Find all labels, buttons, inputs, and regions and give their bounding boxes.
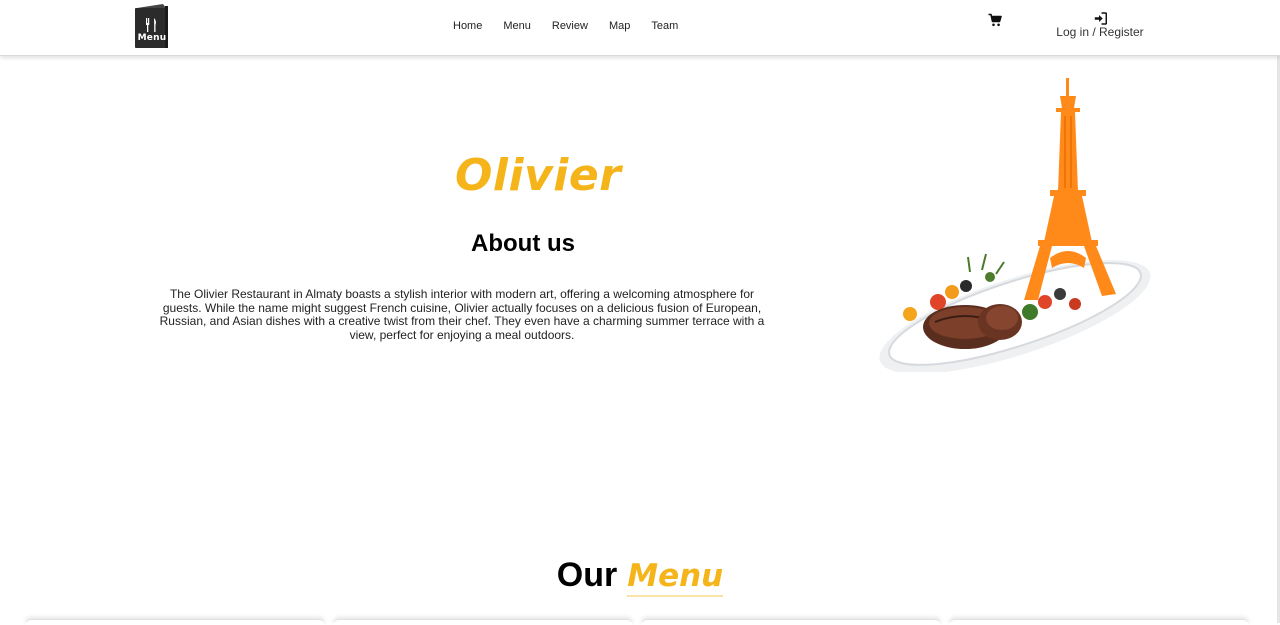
restaurant-name: Olivier	[455, 150, 622, 201]
nav-review[interactable]: Review	[552, 20, 588, 32]
about-us-heading: About us	[471, 230, 575, 257]
main-nav: Home Menu Review Map Team	[453, 20, 699, 32]
menu-logo[interactable]: Menu	[135, 4, 169, 48]
menu-card[interactable]	[949, 619, 1249, 625]
sign-in-icon	[1094, 12, 1107, 25]
menu-card[interactable]	[333, 619, 633, 625]
menu-card[interactable]	[25, 619, 325, 625]
menu-heading-word-our: Our	[556, 556, 618, 594]
menu-card[interactable]	[641, 619, 941, 625]
our-menu-heading: Our Menu	[0, 556, 1280, 597]
login-register-link[interactable]: Log in / Register	[1050, 12, 1150, 39]
shopping-cart-icon	[988, 13, 1002, 27]
about-us-text: The Olivier Restaurant in Almaty boasts …	[159, 287, 765, 342]
menu-heading-word-menu: Menu	[627, 558, 724, 597]
nav-home[interactable]: Home	[453, 20, 482, 32]
nav-map[interactable]: Map	[609, 20, 630, 32]
site-header: Menu Home Menu Review Map Team Log in / …	[0, 0, 1280, 56]
logo-label: Menu	[137, 33, 167, 43]
login-register-label: Log in / Register	[1056, 25, 1144, 39]
menu-cards-row	[0, 617, 1280, 625]
cart-button[interactable]	[988, 13, 1002, 27]
nav-team[interactable]: Team	[651, 20, 678, 32]
hero-dish-image	[870, 72, 1170, 374]
nav-menu[interactable]: Menu	[503, 20, 531, 32]
